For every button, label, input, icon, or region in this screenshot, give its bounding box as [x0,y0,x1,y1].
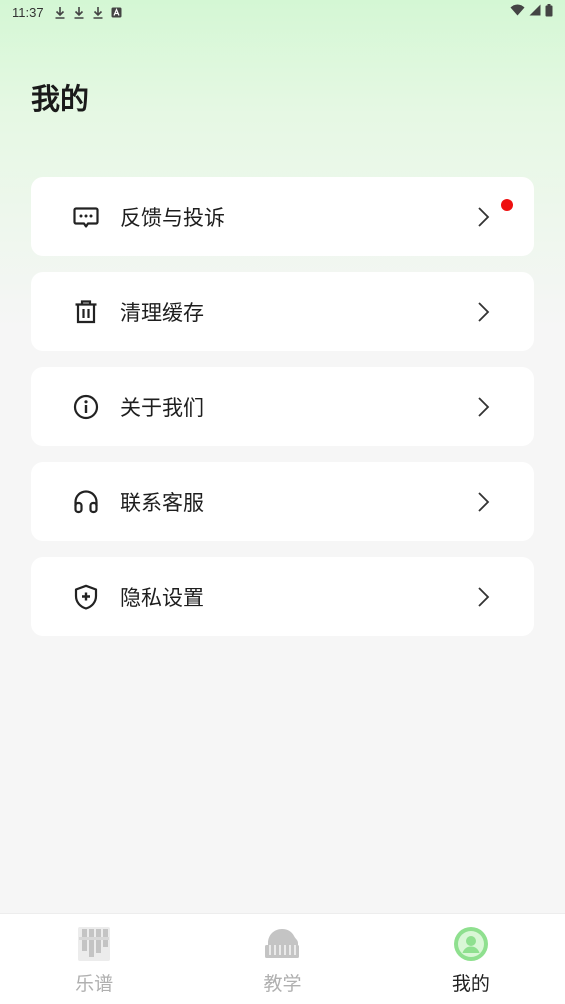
menu-item-privacy-settings[interactable]: 隐私设置 [31,557,534,636]
bottom-tab-bar: 乐谱 教学 我的 [0,913,565,1004]
menu-item-clear-cache[interactable]: 清理缓存 [31,272,534,351]
status-bar: 11:37 [0,0,565,24]
headphones-icon [72,488,100,516]
settings-menu: 反馈与投诉 清理缓存 关于我们 联系客服 隐私设置 [31,177,534,652]
notification-badge [501,199,513,211]
piano-icon [262,924,302,964]
status-time: 11:37 [12,4,44,20]
chevron-right-icon [476,301,490,323]
menu-item-label: 清理缓存 [120,300,204,325]
trash-icon [72,298,100,326]
tab-label: 乐谱 [75,973,114,995]
menu-item-label: 隐私设置 [120,585,204,610]
page-title: 我的 [31,82,90,116]
tab-label: 教学 [263,973,302,995]
shield-plus-icon [72,583,100,611]
tab-score[interactable]: 乐谱 [0,914,188,1004]
chevron-right-icon [476,396,490,418]
download-icon [92,6,104,19]
status-indicators [510,3,553,21]
tab-label: 我的 [451,973,490,995]
wifi-icon [510,4,525,20]
message-dots-icon [72,203,100,231]
menu-item-label: 关于我们 [120,395,204,420]
profile-icon [451,924,491,964]
cellular-signal-icon [529,4,541,20]
app-notification-icon [111,7,122,18]
tab-teaching[interactable]: 教学 [188,914,376,1004]
chevron-right-icon [476,586,490,608]
menu-item-feedback[interactable]: 反馈与投诉 [31,177,534,256]
menu-item-label: 联系客服 [120,490,204,515]
info-icon [72,393,100,421]
chevron-right-icon [476,491,490,513]
chevron-right-icon [476,206,490,228]
battery-icon [545,3,553,21]
menu-item-customer-service[interactable]: 联系客服 [31,462,534,541]
menu-item-label: 反馈与投诉 [120,205,225,230]
download-icon [73,6,85,19]
menu-item-about-us[interactable]: 关于我们 [31,367,534,446]
score-icon [74,924,114,964]
download-icon [54,6,66,19]
tab-mine[interactable]: 我的 [377,914,565,1004]
